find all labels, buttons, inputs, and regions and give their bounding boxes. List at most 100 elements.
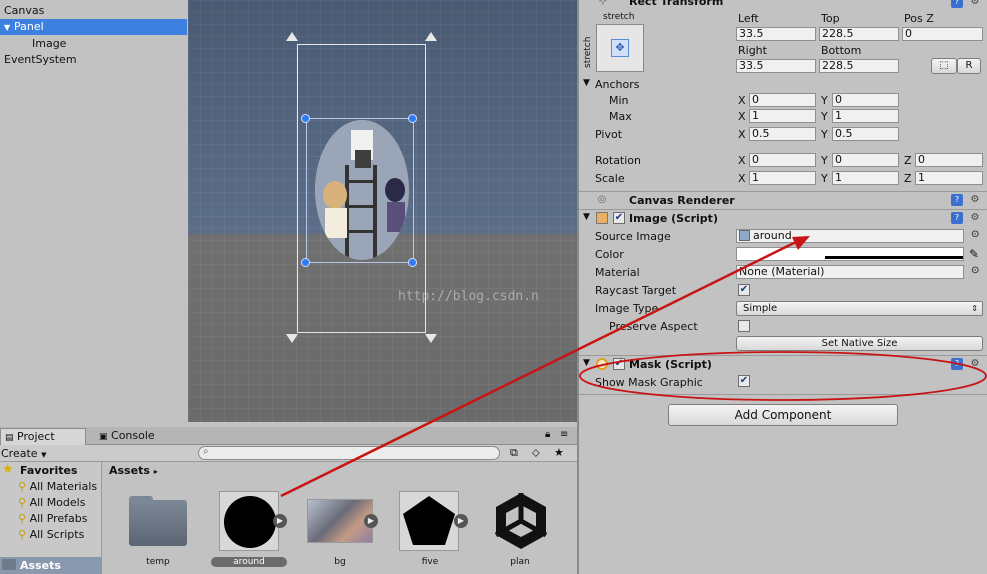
raycast-target-checkbox[interactable]: ✔ (738, 284, 750, 296)
max-y-field[interactable]: 1 (832, 109, 899, 123)
color-field[interactable] (736, 247, 964, 261)
asset-bg[interactable]: ▶ bg (300, 427, 380, 574)
help-book-icon[interactable]: ? (951, 194, 963, 206)
favorites-label[interactable]: Favorites (20, 464, 77, 477)
anchor-handle-bottom-right[interactable] (425, 334, 437, 343)
asset-around[interactable]: ▶ around (209, 427, 289, 574)
blueprint-mode-button[interactable]: ⬚ (931, 58, 957, 74)
inspector-panel: ⊹ Rect Transform ? ⚙ stretch stretch ✥ L… (579, 0, 987, 574)
source-image-field[interactable]: around (736, 229, 964, 243)
raycast-target-label: Raycast Target (595, 284, 677, 297)
set-native-size-button[interactable]: Set Native Size (736, 336, 983, 351)
add-component-button[interactable]: Add Component (668, 404, 898, 426)
material-field[interactable]: None (Material) (736, 265, 964, 279)
rotation-y-field[interactable]: 0 (832, 153, 899, 167)
favorites-star-icon: ★ (2, 462, 14, 477)
top-field[interactable]: 228.5 (819, 27, 899, 41)
expand-sprite-icon[interactable]: ▶ (364, 514, 378, 528)
gear-icon[interactable]: ⚙ (969, 0, 981, 8)
gear-icon[interactable]: ⚙ (969, 212, 981, 224)
pivot-label: Pivot (595, 128, 623, 141)
image-script-title: Image (Script) (629, 212, 718, 225)
expand-triangle-icon[interactable]: ▼ (4, 20, 14, 36)
create-dropdown[interactable]: Create ▼ (1, 447, 46, 460)
expand-triangle-icon[interactable]: ▼ (583, 358, 590, 368)
favorite-item-label: All Materials (29, 480, 98, 493)
pentagon-sprite (403, 496, 455, 545)
object-picker-icon[interactable]: ⊙ (971, 229, 979, 240)
search-icon: ⚲ (18, 496, 27, 509)
canvas-renderer-header[interactable]: ◎ Canvas Renderer ? ⚙ (579, 191, 987, 209)
asset-plan[interactable]: plan (480, 427, 560, 574)
min-y-field[interactable]: 0 (832, 93, 899, 107)
left-label: Left (738, 12, 759, 25)
asset-temp[interactable]: temp (118, 427, 198, 574)
favorite-item[interactable]: ⚲ All Scripts (18, 527, 84, 543)
sprite-thumbnail (399, 491, 459, 551)
tab-project[interactable]: ▤ Project (0, 428, 86, 445)
help-book-icon[interactable]: ? (951, 358, 963, 370)
scale-z-field[interactable]: 1 (915, 171, 983, 185)
hierarchy-item-image[interactable]: Image (0, 36, 187, 52)
min-x-label: X (738, 94, 746, 107)
anchor-handle-bottom-left[interactable] (286, 334, 298, 343)
help-book-icon[interactable]: ? (951, 0, 963, 8)
image-handle-top-right[interactable] (408, 114, 417, 123)
raw-edit-button[interactable]: R (957, 58, 981, 74)
favorite-item[interactable]: ⚲ All Prefabs (18, 511, 88, 527)
min-x-field[interactable]: 0 (749, 93, 816, 107)
mask-enabled-checkbox[interactable]: ✔ (613, 358, 625, 370)
tab-project-label: Project (17, 430, 55, 443)
rotation-x-label: X (738, 154, 746, 167)
panel-menu-icon[interactable]: ≡ (560, 429, 568, 440)
help-book-icon[interactable]: ? (951, 212, 963, 224)
scene-view[interactable]: http://blog.csdn.n (188, 0, 577, 422)
object-picker-icon[interactable]: ⊙ (971, 265, 979, 276)
image-type-dropdown[interactable]: Simple ⇕ (736, 301, 983, 316)
rotation-z-field[interactable]: 0 (915, 153, 983, 167)
anchor-handle-top-right[interactable] (425, 32, 437, 41)
anchors-expand-icon[interactable]: ▼ (583, 78, 590, 88)
image-handle-bottom-left[interactable] (301, 258, 310, 267)
scale-x-field[interactable]: 1 (749, 171, 816, 185)
anchors-label: Anchors (595, 78, 640, 91)
mask-script-header[interactable]: ▼ ✔ Mask (Script) ? ⚙ (579, 355, 987, 373)
mask-component-icon (596, 358, 608, 370)
scale-y-label: Y (821, 172, 828, 185)
hierarchy-item-canvas[interactable]: Canvas (0, 3, 187, 19)
masked-image[interactable] (315, 120, 409, 260)
anchor-preset-button[interactable]: ✥ (596, 24, 644, 72)
anchor-handle-top-left[interactable] (286, 32, 298, 41)
favorite-item[interactable]: ⚲ All Materials (18, 479, 97, 495)
gear-icon[interactable]: ⚙ (969, 358, 981, 370)
rect-transform-icon: ⊹ (598, 0, 608, 7)
pivot-x-field[interactable]: 0.5 (749, 127, 816, 141)
max-x-field[interactable]: 1 (749, 109, 816, 123)
expand-triangle-icon[interactable]: ▼ (583, 212, 590, 222)
posz-field[interactable]: 0 (902, 27, 983, 41)
right-field[interactable]: 33.5 (736, 59, 816, 73)
expand-sprite-icon[interactable]: ▶ (273, 514, 287, 528)
left-field[interactable]: 33.5 (736, 27, 816, 41)
rotation-x-field[interactable]: 0 (749, 153, 816, 167)
show-mask-graphic-checkbox[interactable]: ✔ (738, 375, 750, 387)
top-label: Top (821, 12, 840, 25)
favorite-item[interactable]: ⚲ All Models (18, 495, 85, 511)
image-script-header[interactable]: ▼ ✔ Image (Script) ? ⚙ (579, 209, 987, 227)
image-enabled-checkbox[interactable]: ✔ (613, 212, 625, 224)
gear-icon[interactable]: ⚙ (969, 194, 981, 206)
pivot-y-field[interactable]: 0.5 (832, 127, 899, 141)
image-handle-bottom-right[interactable] (408, 258, 417, 267)
assets-folder-row[interactable]: Assets (0, 557, 102, 574)
hierarchy-item-panel[interactable]: ▼ Panel (0, 19, 187, 35)
image-handle-top-left[interactable] (301, 114, 310, 123)
preserve-aspect-checkbox[interactable] (738, 320, 750, 332)
eyedropper-icon[interactable]: ✎ (969, 247, 979, 261)
preserve-aspect-label: Preserve Aspect (609, 320, 698, 333)
scale-y-field[interactable]: 1 (832, 171, 899, 185)
hierarchy-item-eventsystem[interactable]: EventSystem (0, 52, 187, 68)
asset-five[interactable]: ▶ five (390, 427, 470, 574)
create-label: Create (1, 447, 38, 460)
expand-sprite-icon[interactable]: ▶ (454, 514, 468, 528)
bottom-field[interactable]: 228.5 (819, 59, 899, 73)
